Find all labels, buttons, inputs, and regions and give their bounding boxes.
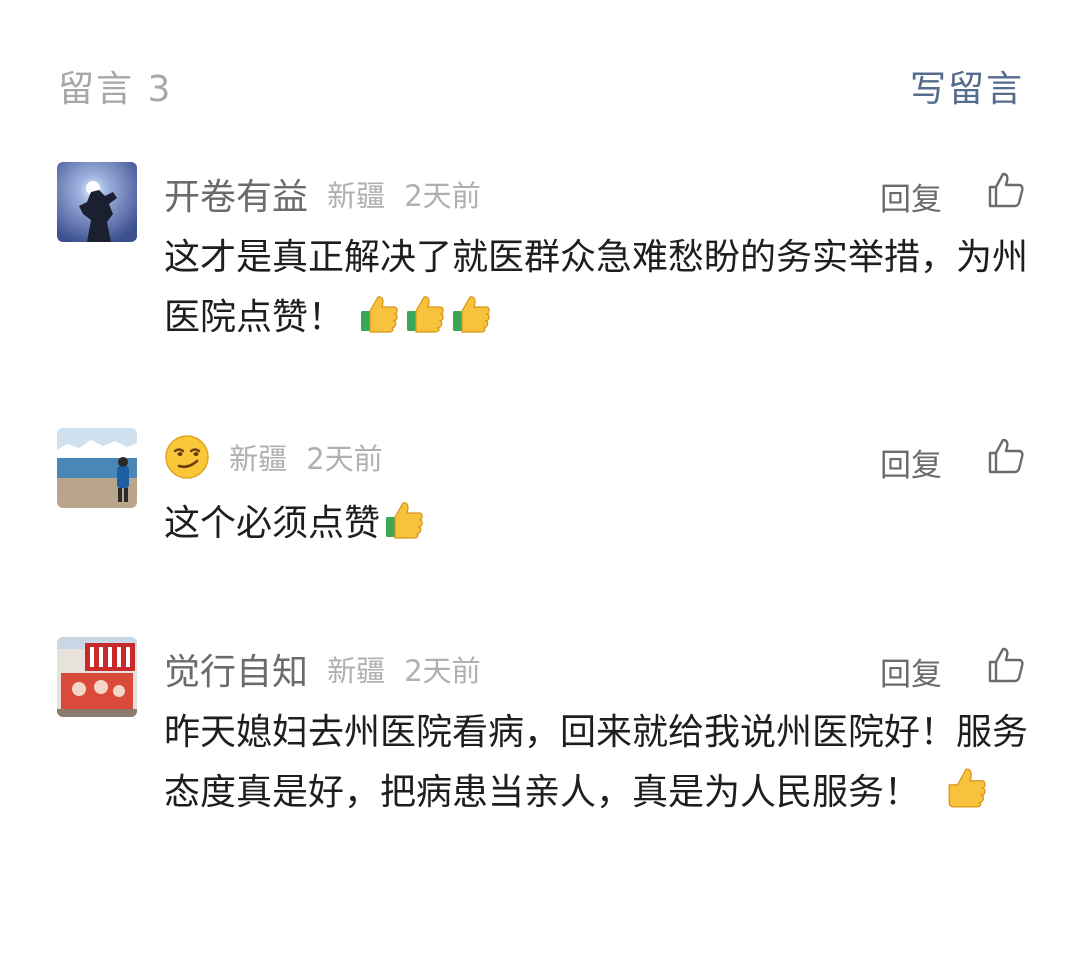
comment-text: 这才是真正解决了就医群众急难愁盼的务实举措，为州医院点赞！ <box>164 228 1034 354</box>
comments-header: 留言 3 写留言 <box>58 56 1024 110</box>
like-icon[interactable] <box>986 645 1026 685</box>
reply-button[interactable]: 回复 <box>880 174 942 219</box>
comment-meta: 觉行自知 新疆 2天前 <box>164 643 481 693</box>
avatar[interactable] <box>57 162 137 242</box>
like-icon[interactable] <box>986 436 1026 476</box>
like-icon[interactable] <box>986 170 1026 210</box>
comment-body: 昨天媳妇去州医院看病，回来就给我说州医院好！服务态度真是好，把病患当亲人，真是为… <box>164 712 1029 813</box>
comment-body: 这才是真正解决了就医群众急难愁盼的务实举措，为州医院点赞！ <box>164 237 1029 338</box>
thumbs-up-icon <box>382 497 426 560</box>
avatar[interactable] <box>57 637 137 717</box>
location: 新疆 <box>229 442 288 476</box>
avatar[interactable] <box>57 428 137 508</box>
thumbs-up-icon <box>357 291 401 354</box>
comment-text: 昨天媳妇去州医院看病，回来就给我说州医院好！服务态度真是好，把病患当亲人，真是为… <box>164 703 1034 829</box>
reply-button[interactable]: 回复 <box>880 440 942 485</box>
comment-body: 这个必须点赞 <box>164 503 381 544</box>
nickname[interactable]: 觉行自知 <box>164 652 308 693</box>
timestamp: 2天前 <box>306 442 383 476</box>
comment-meta: 新疆 2天前 <box>164 434 383 484</box>
comment-meta: 开卷有益 新疆 2天前 <box>164 168 481 218</box>
nickname[interactable]: 开卷有益 <box>164 177 308 218</box>
timestamp: 2天前 <box>404 654 481 688</box>
thumbs-up-icon <box>449 291 493 354</box>
reply-button[interactable]: 回复 <box>880 649 942 694</box>
smirk-face-icon[interactable] <box>164 434 210 480</box>
write-comment-button[interactable]: 写留言 <box>910 60 1024 112</box>
location: 新疆 <box>327 179 386 213</box>
timestamp: 2天前 <box>404 179 481 213</box>
comment-text: 这个必须点赞 <box>164 494 1034 560</box>
comments-count-title: 留言 3 <box>58 69 173 110</box>
thumbs-up-icon <box>943 764 989 829</box>
location: 新疆 <box>327 654 386 688</box>
thumbs-up-icon <box>403 291 447 354</box>
